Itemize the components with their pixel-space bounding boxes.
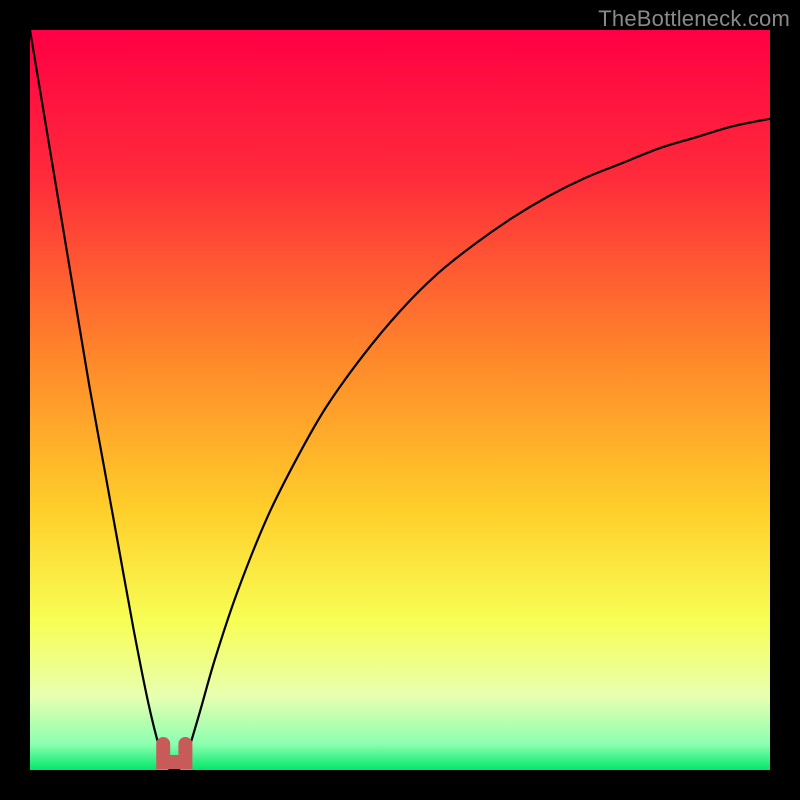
curve-layer: [30, 30, 770, 770]
safe-zone-marker: [163, 744, 185, 762]
watermark-text: TheBottleneck.com: [598, 6, 790, 32]
chart-frame: TheBottleneck.com: [0, 0, 800, 800]
plot-area: [30, 30, 770, 770]
bottleneck-curve: [30, 30, 770, 770]
